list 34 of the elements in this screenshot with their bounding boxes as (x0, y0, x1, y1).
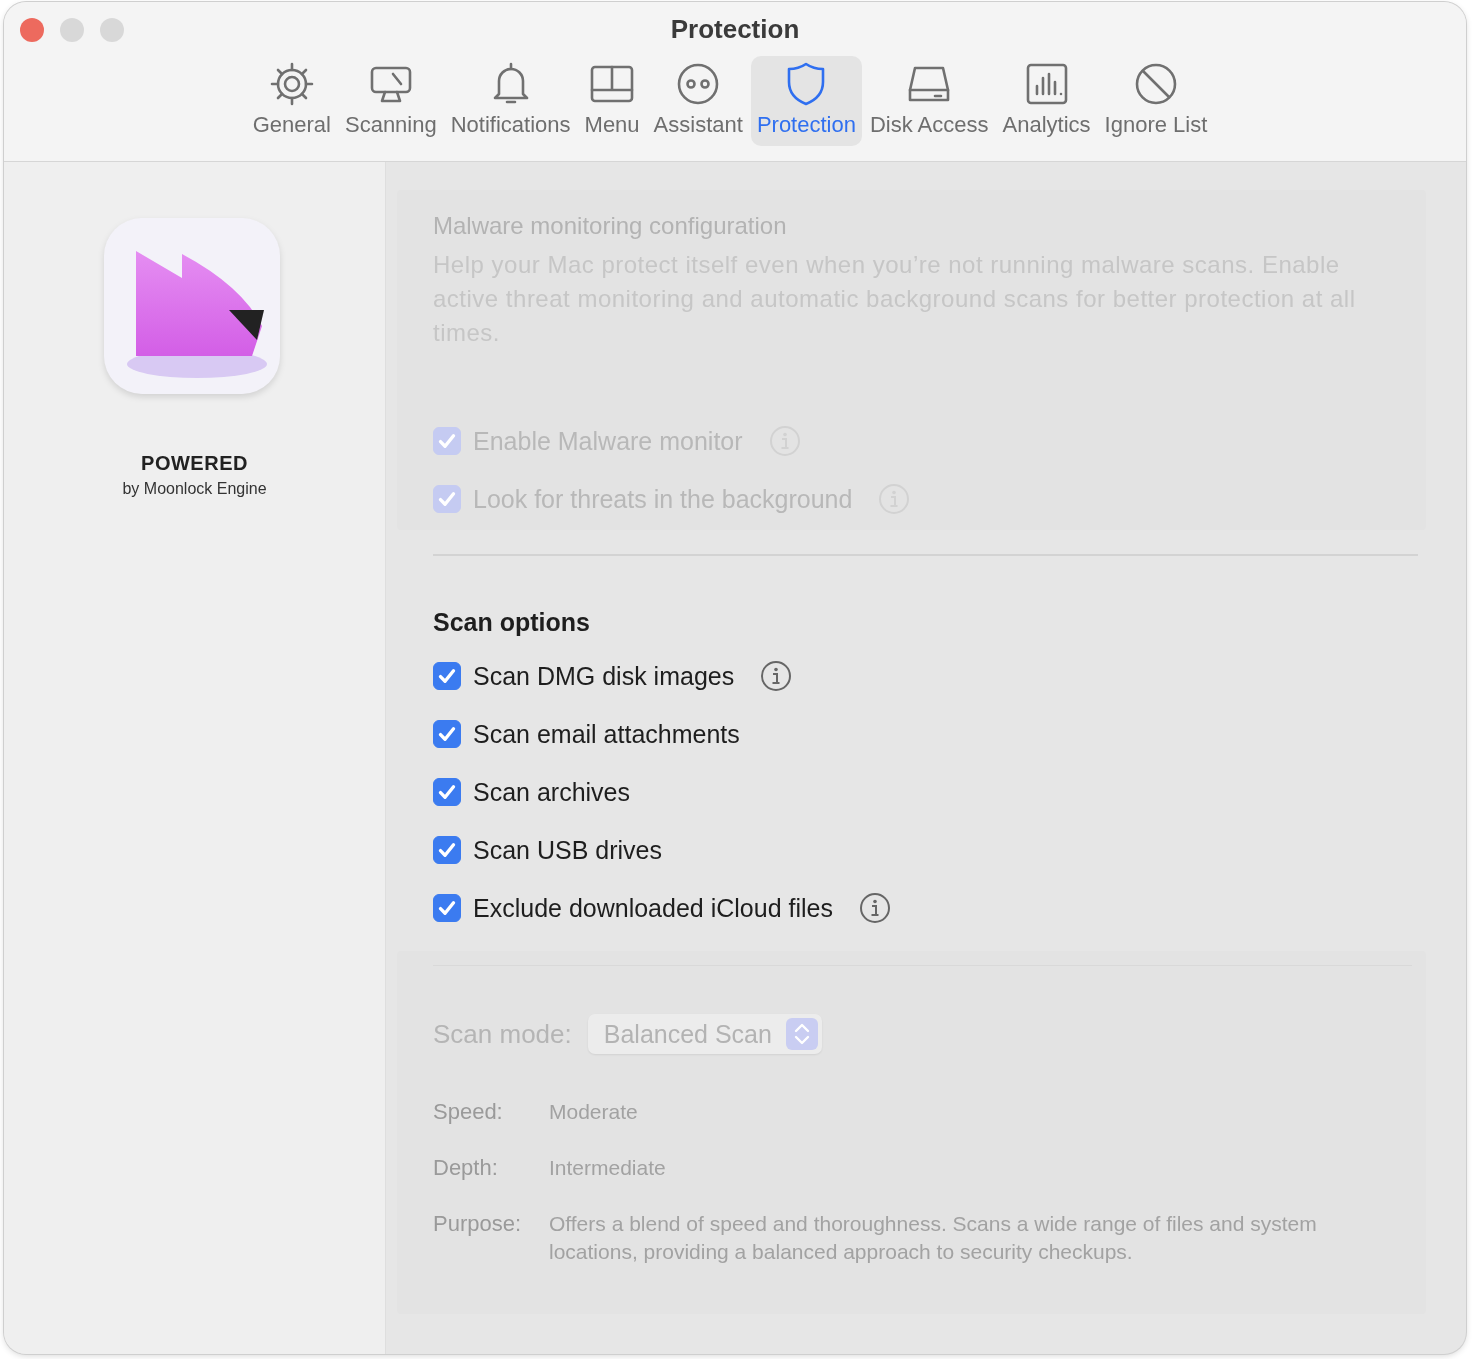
close-button[interactable] (20, 18, 44, 42)
toolbar-tab[interactable]: Protection (750, 56, 862, 146)
checkbox[interactable] (433, 894, 461, 922)
info-icon[interactable] (760, 660, 793, 692)
option-label: Scan archives (473, 777, 631, 807)
app-icon (101, 216, 282, 396)
powered-label: POWERED (141, 452, 248, 475)
detail-label: Depth: (433, 1155, 499, 1181)
detail-value: Offers a blend of speed and thoroughness. Scans a wide range of files and system locations, providing a balanced approach to security checkups. (549, 1211, 1318, 1265)
option-label: Scan USB drives (473, 835, 662, 865)
option-label: Scan DMG disk images (473, 661, 735, 691)
detail-value: Intermediate (549, 1155, 667, 1181)
option-label: Exclude downloaded iCloud files (473, 893, 833, 923)
toolbar-tab[interactable]: Ignore List (1098, 56, 1214, 146)
checkbox[interactable] (433, 778, 461, 806)
detail-value: Moderate (549, 1099, 639, 1125)
window-title: Protection (670, 14, 800, 45)
checkbox[interactable] (433, 662, 461, 690)
info-icon[interactable] (858, 892, 891, 924)
engine-label: by Moonlock Engine (122, 480, 267, 498)
checkbox[interactable] (433, 720, 461, 748)
toolbar-tab[interactable]: Disk Access (863, 56, 995, 146)
detail-label: Speed: (433, 1099, 504, 1125)
toolbar-tab[interactable]: Menu (578, 56, 646, 146)
checkbox[interactable] (433, 836, 461, 864)
section-title: Scan options (433, 608, 591, 637)
chevron-updown-icon (785, 1018, 818, 1050)
toolbar-tab[interactable]: Scanning (338, 56, 443, 146)
detail-label: Purpose: (433, 1211, 523, 1237)
toolbar-tab[interactable]: Notifications (444, 56, 577, 146)
toolbar-tab[interactable]: Assistant (647, 56, 749, 146)
toolbar-tab[interactable]: Analytics (996, 56, 1097, 146)
option-label: Scan email attachments (473, 719, 740, 749)
toolbar-tab[interactable]: General (246, 56, 337, 146)
